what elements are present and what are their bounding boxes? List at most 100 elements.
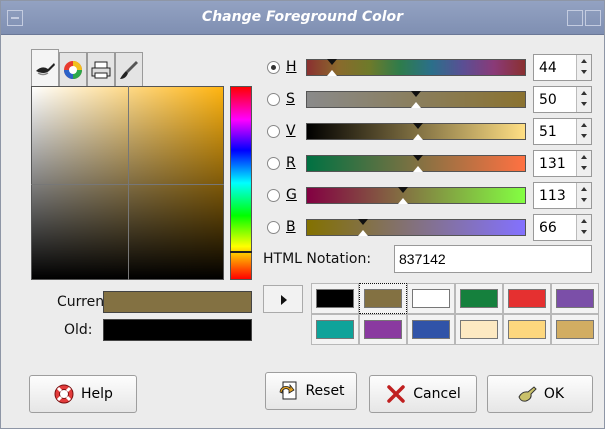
help-button-label: Help [81, 386, 113, 402]
spin-arrows[interactable] [576, 183, 591, 208]
slider-handle-top[interactable] [397, 187, 408, 193]
sv-crosshair-horizontal [31, 184, 224, 185]
history-swatch[interactable] [503, 314, 551, 345]
current-color-swatch [103, 291, 252, 313]
color-wheel-icon [64, 60, 82, 79]
history-swatch-color [316, 289, 354, 308]
channel-label-h: H [286, 59, 297, 75]
window-title: Change Foreground Color [201, 9, 404, 25]
spin-arrows[interactable] [576, 87, 591, 112]
spin-down-icon[interactable] [581, 230, 587, 234]
history-swatch[interactable] [551, 283, 599, 314]
paintbrush-icon [120, 60, 138, 79]
spin-up-icon[interactable] [581, 155, 587, 159]
html-notation-label: HTML Notation: [263, 251, 372, 267]
channel-radio-v[interactable] [267, 125, 280, 138]
slider-handle-bottom[interactable] [411, 102, 421, 108]
channel-label-r: R [286, 155, 296, 171]
spin-down-icon[interactable] [581, 198, 587, 202]
ok-button[interactable]: OK [487, 375, 593, 413]
channel-spinbutton-h[interactable]: 44 [533, 54, 592, 81]
channel-value: 131 [539, 156, 566, 172]
title-bar[interactable]: Change Foreground Color [1, 1, 604, 35]
history-swatch-color [460, 289, 498, 308]
history-swatch-color [556, 289, 594, 308]
history-swatch[interactable] [455, 283, 503, 314]
history-swatch[interactable] [311, 314, 359, 345]
history-swatch[interactable] [407, 283, 455, 314]
channel-spinbutton-g[interactable]: 113 [533, 182, 592, 209]
minimize-button[interactable] [567, 10, 583, 26]
spin-up-icon[interactable] [581, 91, 587, 95]
slider-handle-bottom[interactable] [358, 230, 369, 236]
slider-handle-top[interactable] [413, 155, 424, 161]
slider-handle-top[interactable] [358, 219, 369, 225]
spin-down-icon[interactable] [581, 166, 587, 170]
sv-crosshair-vertical [128, 86, 129, 280]
channel-label-s: S [286, 91, 295, 107]
hue-strip-marker[interactable] [230, 251, 252, 253]
spin-arrows[interactable] [576, 151, 591, 176]
channel-radio-b[interactable] [267, 221, 280, 234]
channel-radio-r[interactable] [267, 157, 280, 170]
history-swatch[interactable] [503, 283, 551, 314]
history-swatch-color [556, 320, 594, 339]
history-swatch[interactable] [455, 314, 503, 345]
channel-slider-h[interactable] [306, 59, 526, 76]
channel-radio-g[interactable] [267, 189, 280, 202]
reset-button[interactable]: Reset [265, 372, 357, 410]
spin-arrows[interactable] [576, 55, 591, 80]
channel-slider-g[interactable] [306, 187, 526, 204]
spin-down-icon[interactable] [581, 134, 587, 138]
channel-radio-h[interactable] [267, 61, 280, 74]
tab-cmyk[interactable] [87, 52, 115, 86]
slider-handle-top[interactable] [411, 91, 421, 97]
channel-spinbutton-v[interactable]: 51 [533, 118, 592, 145]
spin-up-icon[interactable] [581, 123, 587, 127]
spin-down-icon[interactable] [581, 70, 587, 74]
slider-handle-bottom[interactable] [413, 166, 424, 172]
history-swatch-color [412, 289, 450, 308]
history-swatch[interactable] [311, 283, 359, 314]
slider-handle-bottom[interactable] [397, 198, 408, 204]
channel-spinbutton-b[interactable]: 66 [533, 214, 592, 241]
history-swatch[interactable] [407, 314, 455, 345]
channel-value: 44 [539, 60, 557, 76]
add-to-history-button[interactable] [263, 285, 303, 313]
spin-up-icon[interactable] [581, 187, 587, 191]
html-notation-input[interactable] [394, 245, 592, 273]
history-swatch-color [508, 320, 546, 339]
history-swatch-color [508, 289, 546, 308]
spin-up-icon[interactable] [581, 219, 587, 223]
channel-radio-s[interactable] [267, 93, 280, 106]
history-swatch-color [412, 320, 450, 339]
spin-arrows[interactable] [576, 119, 591, 144]
spin-arrows[interactable] [576, 215, 591, 240]
lifebuoy-icon [54, 384, 74, 404]
maximize-button[interactable] [585, 10, 601, 26]
spin-down-icon[interactable] [581, 102, 587, 106]
tab-gimp-selector[interactable] [31, 49, 59, 86]
spin-up-icon[interactable] [581, 59, 587, 63]
help-button[interactable]: Help [29, 375, 137, 413]
ink-brush-icon [36, 63, 55, 76]
history-swatch[interactable] [551, 314, 599, 345]
history-swatch-color [364, 289, 402, 308]
channel-slider-b[interactable] [306, 219, 526, 236]
channel-spinbutton-r[interactable]: 131 [533, 150, 592, 177]
channel-spinbutton-s[interactable]: 50 [533, 86, 592, 113]
slider-handle-bottom[interactable] [413, 134, 424, 140]
old-label: Old: [64, 322, 93, 338]
history-swatch[interactable] [359, 314, 407, 345]
slider-handle-top[interactable] [327, 59, 338, 65]
cancel-icon [387, 385, 406, 403]
tab-watercolor[interactable] [115, 52, 143, 86]
history-swatch-color [316, 320, 354, 339]
history-swatch[interactable] [359, 283, 407, 314]
slider-handle-top[interactable] [413, 123, 424, 129]
ok-button-label: OK [543, 386, 565, 402]
color-dialog-window: Change Foreground Color Current: Old: H … [0, 0, 605, 429]
cancel-button[interactable]: Cancel [369, 375, 477, 413]
slider-handle-bottom[interactable] [327, 70, 338, 76]
tab-color-wheel[interactable] [59, 52, 87, 86]
